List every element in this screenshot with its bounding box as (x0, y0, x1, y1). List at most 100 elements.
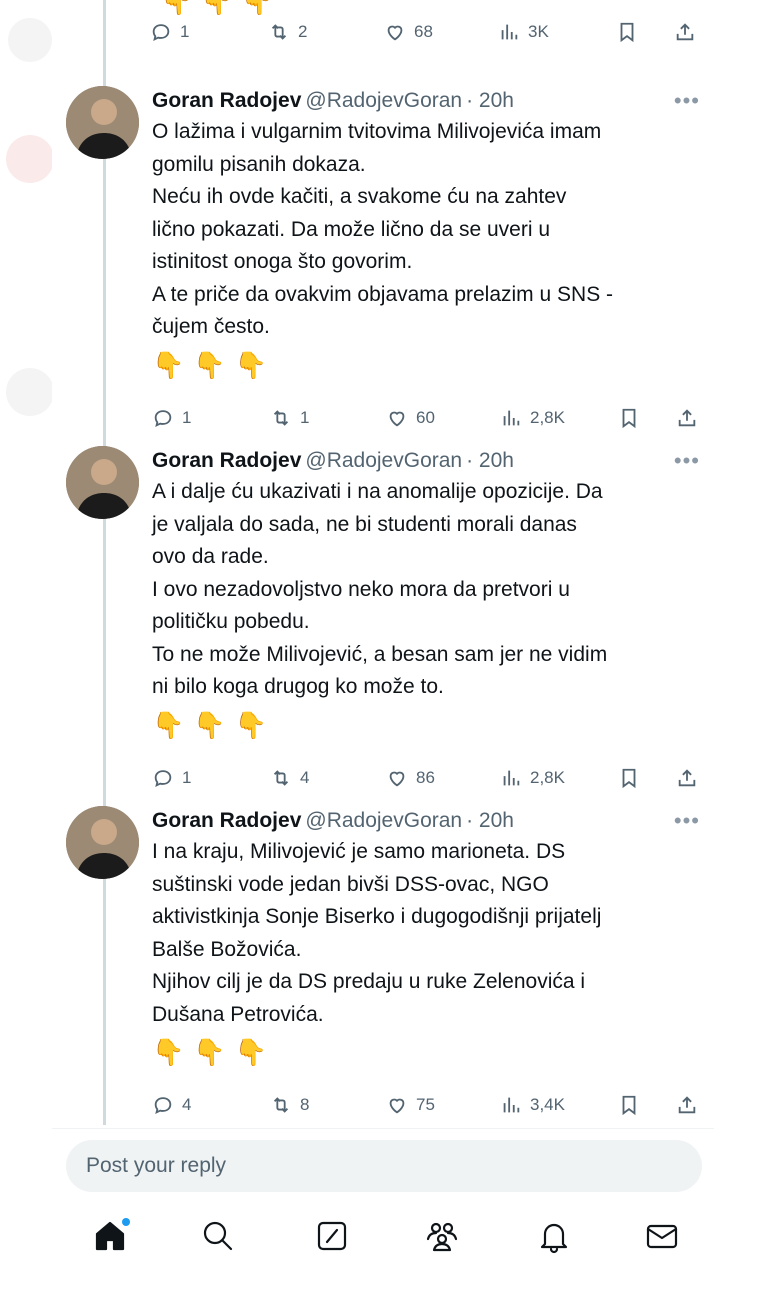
views-button[interactable]: 2,8K (500, 398, 565, 438)
background-avatar (6, 135, 54, 183)
tweet-header: Goran Radojev @RadojevGoran · 20h (152, 86, 708, 116)
author-name[interactable]: Goran Radojev (152, 89, 301, 112)
tweet-time: · 20h (466, 89, 514, 112)
grok-icon (317, 1221, 347, 1251)
top-tweet-actions: 1 2 68 3K (150, 12, 710, 52)
repost-icon (273, 769, 289, 786)
bookmark-icon (622, 408, 636, 428)
nav-notifications[interactable] (536, 1218, 572, 1254)
reply-icon (154, 769, 172, 787)
author-handle[interactable]: @RadojevGoran (305, 89, 462, 112)
more-options-icon[interactable]: ••• (674, 88, 700, 114)
tweet-emojis: 👇👇👇 (152, 709, 277, 740)
repost-button[interactable]: 8 (270, 1085, 309, 1125)
bookmark-icon (622, 768, 636, 788)
reply-button[interactable]: 1 (152, 758, 191, 798)
reply-button[interactable]: 4 (152, 1085, 191, 1125)
bookmark-button[interactable] (616, 12, 638, 52)
tweet-emojis: 👇👇👇 (152, 349, 277, 380)
bookmark-button[interactable] (618, 1085, 640, 1125)
reply-count: 4 (182, 1095, 192, 1114)
view-count: 3K (528, 22, 549, 41)
repost-button[interactable]: 1 (270, 398, 309, 438)
share-button[interactable] (676, 398, 698, 438)
author-name[interactable]: Goran Radojev (152, 449, 301, 472)
like-count: 75 (416, 1095, 435, 1114)
like-count: 86 (416, 767, 435, 787)
repost-button[interactable]: 4 (270, 758, 309, 798)
more-options-icon[interactable]: ••• (674, 808, 700, 834)
nav-grok[interactable] (314, 1218, 350, 1254)
repost-count: 4 (300, 767, 310, 787)
bottom-navigation (0, 1206, 770, 1268)
bookmark-icon (620, 22, 634, 43)
bookmark-button[interactable] (618, 398, 640, 438)
author-handle[interactable]: @RadojevGoran (305, 449, 462, 472)
tweet-emojis: 👇👇👇 (152, 1037, 277, 1067)
heart-icon (389, 1098, 405, 1114)
nav-home[interactable] (92, 1218, 130, 1254)
tweet-actions: 1 4 86 2,8K (152, 758, 708, 798)
views-button[interactable]: 3K (498, 12, 549, 52)
like-button[interactable]: 68 (384, 12, 433, 52)
share-icon (678, 768, 696, 786)
share-button[interactable] (676, 1085, 698, 1125)
views-icon (503, 1097, 520, 1113)
messages-icon (646, 1224, 678, 1249)
bookmark-icon (622, 1095, 636, 1116)
notifications-icon (540, 1223, 568, 1254)
tweet-text: I na kraju, Milivojević je samo marionet… (152, 840, 602, 1026)
views-icon (503, 410, 520, 425)
reply-input[interactable]: Post your reply (66, 1140, 702, 1192)
author-handle[interactable]: @RadojevGoran (305, 809, 462, 832)
background-avatar (8, 18, 52, 62)
divider (52, 1128, 714, 1129)
heart-icon (389, 771, 405, 786)
nav-messages[interactable] (644, 1218, 680, 1254)
tweet-header: Goran Radojev @RadojevGoran · 20h (152, 446, 708, 476)
like-button[interactable]: 86 (386, 758, 435, 798)
views-icon (503, 770, 520, 785)
repost-button[interactable]: 2 (268, 12, 307, 52)
avatar[interactable] (66, 806, 139, 879)
tweet-actions: 4 8 75 3,4K (152, 1085, 708, 1125)
like-button[interactable]: 60 (386, 398, 435, 438)
nav-search[interactable] (200, 1218, 236, 1254)
reply-button[interactable]: 1 (152, 398, 191, 438)
reply-icon (154, 409, 172, 427)
author-name[interactable]: Goran Radojev (152, 809, 301, 832)
views-button[interactable]: 2,8K (500, 758, 565, 798)
reply-icon (154, 1097, 172, 1114)
reply-placeholder: Post your reply (86, 1154, 227, 1177)
avatar-photo-icon (66, 446, 139, 519)
avatar[interactable] (66, 86, 139, 159)
nav-communities[interactable] (424, 1218, 460, 1254)
views-button[interactable]: 3,4K (500, 1085, 565, 1125)
background-avatar (6, 368, 54, 416)
heart-icon (387, 25, 403, 41)
like-count: 60 (416, 407, 435, 427)
search-icon (203, 1221, 233, 1251)
view-count: 2,8K (530, 407, 565, 427)
repost-icon (273, 409, 289, 426)
repost-count: 2 (298, 22, 308, 41)
tweet-text: A i dalje ću ukazivati i na anomalije op… (152, 480, 608, 698)
reply-count: 1 (182, 407, 192, 427)
reply-count: 1 (180, 22, 190, 41)
avatar-photo-icon (66, 806, 139, 879)
avatar[interactable] (66, 446, 139, 519)
tweet-time: · 20h (466, 809, 514, 832)
bookmark-button[interactable] (618, 758, 640, 798)
tweet-time: · 20h (466, 449, 514, 472)
repost-icon (273, 1097, 289, 1113)
share-button[interactable] (676, 758, 698, 798)
like-button[interactable]: 75 (386, 1085, 435, 1125)
share-button[interactable] (674, 12, 696, 52)
view-count: 2,8K (530, 767, 565, 787)
more-options-icon[interactable]: ••• (674, 448, 700, 474)
view-count: 3,4K (530, 1095, 565, 1114)
repost-icon (271, 24, 287, 40)
share-icon (676, 23, 694, 41)
communities-icon (426, 1222, 458, 1252)
reply-button[interactable]: 1 (150, 12, 189, 52)
